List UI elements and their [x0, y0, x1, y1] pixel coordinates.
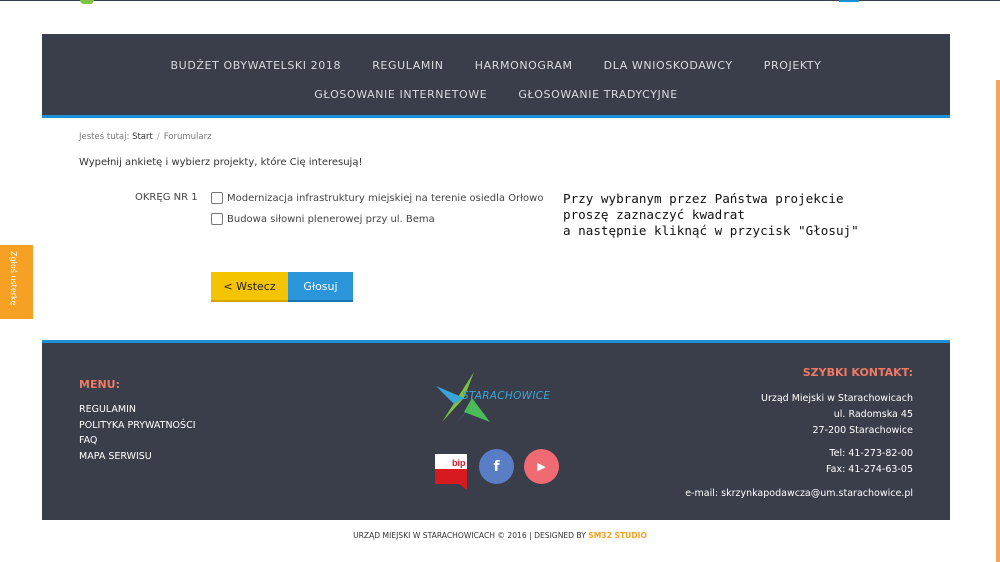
project-option-1[interactable]: Modernizacja infrastruktury miejskiej na… — [211, 192, 543, 204]
district-label: OKRĘG NR 1 — [135, 192, 198, 203]
header-search-fragment — [839, 0, 859, 2]
nav-item-projects[interactable]: PROJEKTY — [764, 59, 822, 72]
top-strip — [0, 0, 1000, 4]
footer-menu-faq[interactable]: FAQ — [79, 433, 196, 449]
copyright-text: URZĄD MIEJSKI W STARACHOWICACH © 2016 | … — [353, 531, 589, 540]
footer-menu-rules[interactable]: REGULAMIN — [79, 402, 196, 418]
project-option-2[interactable]: Budowa siłowni plenerowej przy ul. Bema — [211, 213, 435, 225]
instruction-line-1: Przy wybranym przez Państwa projekcie — [563, 191, 844, 206]
facebook-icon[interactable]: f — [479, 449, 514, 484]
project-option-label-1: Modernizacja infrastruktury miejskiej na… — [227, 192, 544, 204]
footer: MENU: REGULAMIN POLITYKA PRYWATNOŚCI FAQ… — [42, 340, 950, 520]
copyright: URZĄD MIEJSKI W STARACHOWICACH © 2016 | … — [0, 531, 1000, 540]
report-issue-tab[interactable]: Zgłoś usterkę — [0, 245, 33, 319]
vote-button[interactable]: Głosuj — [288, 272, 353, 302]
project-checkbox-2[interactable] — [211, 213, 223, 225]
footer-menu-sitemap[interactable]: MAPA SERWISU — [79, 449, 196, 465]
contact-office: Urząd Miejski w Starachowicach — [761, 393, 913, 404]
main-navigation: BUDŻET OBYWATELSKI 2018 REGULAMIN HARMON… — [42, 34, 950, 118]
nav-row-2: GŁOSOWANIE INTERNETOWE GŁOSOWANIE TRADYC… — [42, 83, 950, 102]
nav-item-rules[interactable]: REGULAMIN — [372, 59, 443, 72]
footer-menu-title: MENU: — [79, 378, 120, 391]
nav-row-1: BUDŻET OBYWATELSKI 2018 REGULAMIN HARMON… — [42, 54, 950, 73]
breadcrumb-start-link[interactable]: Start — [132, 132, 153, 142]
nav-item-applicants[interactable]: DLA WNIOSKODAWCY — [604, 59, 733, 72]
footer-menu-privacy[interactable]: POLITYKA PRYWATNOŚCI — [79, 418, 196, 434]
logo-text: STARACHOWICE — [462, 390, 551, 402]
project-option-label-2: Budowa siłowni plenerowej przy ul. Bema — [227, 213, 435, 225]
contact-city: 27-200 Starachowice — [812, 425, 913, 436]
header-logo-fragment — [80, 0, 94, 4]
back-button[interactable]: < Wstecz — [211, 272, 288, 302]
breadcrumb-prefix: Jesteś tutaj: — [79, 132, 130, 142]
contact-fax: Fax: 41-274-63-05 — [826, 464, 913, 475]
instruction-line-3: a następnie kliknąć w przycisk "Głosuj" — [563, 223, 859, 238]
breadcrumb: Jesteś tutaj: Start / Forumularz — [79, 132, 212, 142]
breadcrumb-separator: / — [156, 132, 160, 142]
nav-item-traditional-voting[interactable]: GŁOSOWANIE TRADYCYJNE — [518, 88, 677, 101]
nav-item-online-voting[interactable]: GŁOSOWANIE INTERNETOWE — [314, 88, 487, 101]
contact-email[interactable]: e-mail: skrzynkapodawcza@um.starachowice… — [685, 488, 913, 499]
breadcrumb-current: Forumularz — [163, 132, 212, 142]
footer-menu: REGULAMIN POLITYKA PRYWATNOŚCI FAQ MAPA … — [79, 402, 196, 464]
contact-phone: Tel: 41-273-82-00 — [829, 448, 913, 459]
nav-item-schedule[interactable]: HARMONOGRAM — [475, 59, 573, 72]
instruction-line-2: proszę zaznaczyć kwadrat — [563, 207, 745, 222]
designer-link[interactable]: SM32 STUDIO — [588, 531, 647, 540]
project-checkbox-1[interactable] — [211, 192, 223, 204]
contact-title: SZYBKI KONTAKT: — [802, 366, 913, 379]
youtube-icon[interactable]: ▶ — [524, 449, 559, 484]
page-scrollbar[interactable] — [996, 80, 1000, 562]
bip-icon-label: bip — [452, 458, 466, 468]
voting-instructions: Przy wybranym przez Państwa projekcie pr… — [563, 191, 859, 239]
bip-icon[interactable]: bip — [433, 452, 469, 490]
report-issue-label: Zgłoś usterkę — [9, 251, 18, 306]
form-intro-text: Wypełnij ankietę i wybierz projekty, któ… — [79, 157, 363, 168]
contact-street: ul. Radomska 45 — [833, 409, 913, 420]
nav-item-budget-2018[interactable]: BUDŻET OBYWATELSKI 2018 — [171, 59, 342, 72]
